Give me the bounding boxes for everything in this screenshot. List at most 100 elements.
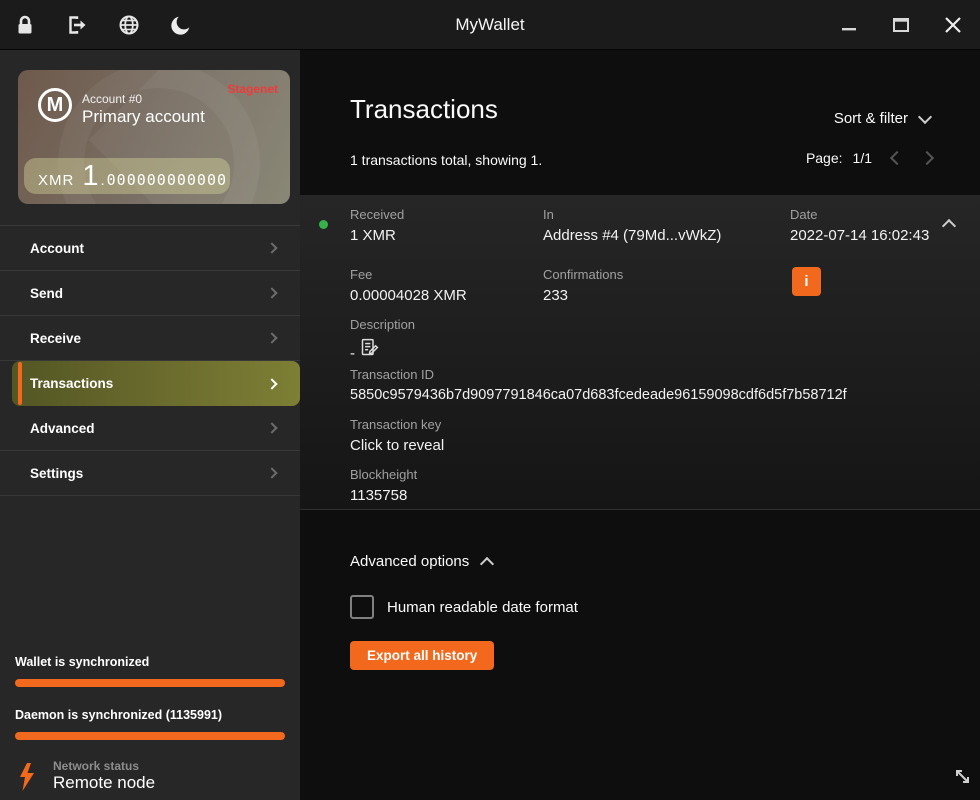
transaction-detail-panel: Received 1 XMR In Address #4 (79Md...vWk…	[300, 195, 980, 510]
page-label: Page:	[806, 150, 843, 166]
wallet-sync-progressbar	[15, 679, 285, 687]
network-status-label: Network status	[53, 759, 139, 773]
field-in-address: In Address #4 (79Md...vWkZ)	[543, 207, 721, 244]
confirmations-label: Confirmations	[543, 267, 623, 282]
sync-status: Wallet is synchronized Daemon is synchro…	[15, 655, 285, 800]
monero-logo-icon: M	[38, 88, 72, 122]
in-address-value: Address #4 (79Md...vWkZ)	[543, 227, 721, 244]
page-title: Transactions	[350, 94, 498, 125]
chevron-up-icon	[480, 556, 494, 570]
night-mode-moon-icon[interactable]	[168, 12, 194, 38]
balance-minor: 000000000000	[107, 171, 227, 189]
sidebar-item-label: Transactions	[30, 376, 113, 391]
network-badge: Stagenet	[227, 82, 278, 96]
sidebar-item-transactions[interactable]: Transactions	[12, 361, 300, 406]
transaction-key-reveal[interactable]: Click to reveal	[350, 437, 444, 454]
sidebar-item-receive[interactable]: Receive	[0, 316, 300, 361]
sidebar-item-label: Send	[30, 286, 63, 301]
balance-currency: XMR	[38, 172, 74, 189]
transaction-key-label: Transaction key	[350, 417, 444, 432]
network-status-value: Remote node	[53, 773, 155, 793]
sidebar-nav: Account Send Receive Transactions Advanc…	[0, 225, 300, 496]
advanced-options-toggle[interactable]: Advanced options	[350, 553, 492, 570]
page-next-icon[interactable]	[920, 151, 934, 165]
human-readable-date-label: Human readable date format	[387, 599, 578, 616]
chevron-down-icon	[918, 109, 932, 123]
edit-description-icon[interactable]	[359, 345, 380, 362]
chevron-right-icon	[266, 242, 277, 253]
maximize-icon[interactable]	[888, 12, 914, 38]
description-value: -	[350, 345, 355, 362]
account-card[interactable]: M Account #0 Primary account Stagenet XM…	[18, 70, 290, 204]
main-content: Transactions Sort & filter 1 transaction…	[300, 50, 980, 800]
field-transaction-id: Transaction ID 5850c9579436b7d9097791846…	[350, 367, 847, 403]
balance-pill: XMR 1 . 000000000000	[24, 158, 230, 194]
blockheight-label: Blockheight	[350, 467, 417, 482]
blockheight-value: 1135758	[350, 487, 417, 504]
sidebar-item-label: Settings	[30, 466, 83, 481]
field-blockheight: Blockheight 1135758	[350, 467, 417, 504]
description-label: Description	[350, 317, 415, 332]
page-prev-icon[interactable]	[890, 151, 904, 165]
chevron-right-icon	[266, 287, 277, 298]
balance-major: 1	[82, 158, 98, 194]
pagination: Page: 1/1	[806, 150, 932, 166]
confirmations-value: 233	[543, 287, 623, 304]
collapse-chevron-up-icon[interactable]	[942, 219, 956, 233]
transactions-summary: 1 transactions total, showing 1.	[350, 152, 542, 168]
close-icon[interactable]	[940, 12, 966, 38]
confirmed-status-dot	[319, 220, 328, 229]
sidebar-item-account[interactable]: Account	[0, 226, 300, 271]
lightning-bolt-icon	[18, 761, 38, 800]
wallet-sync-label: Wallet is synchronized	[15, 655, 285, 669]
logout-icon[interactable]	[64, 12, 90, 38]
balance-separator: .	[100, 172, 104, 189]
chevron-right-icon	[266, 378, 277, 389]
sidebar-item-label: Account	[30, 241, 84, 256]
resize-handle-icon[interactable]	[950, 764, 974, 793]
human-readable-date-checkbox[interactable]	[350, 595, 374, 619]
account-name: Primary account	[82, 107, 205, 127]
human-readable-date-row: Human readable date format	[350, 595, 578, 619]
daemon-sync-label: Daemon is synchronized (1135991)	[15, 708, 285, 722]
advanced-options-label: Advanced options	[350, 553, 469, 570]
field-confirmations: Confirmations 233	[543, 267, 623, 304]
sidebar: M Account #0 Primary account Stagenet XM…	[0, 50, 300, 800]
network-status-row[interactable]: Network status Remote node	[15, 761, 285, 800]
field-description: Description -	[350, 317, 415, 362]
in-label: In	[543, 207, 721, 222]
transaction-id-label: Transaction ID	[350, 367, 847, 382]
fee-label: Fee	[350, 267, 467, 282]
titlebar-icon-group	[12, 0, 194, 50]
lock-icon[interactable]	[12, 12, 38, 38]
field-transaction-key: Transaction key Click to reveal	[350, 417, 444, 454]
field-fee: Fee 0.00004028 XMR	[350, 267, 467, 304]
sidebar-item-advanced[interactable]: Advanced	[0, 406, 300, 451]
account-index: Account #0	[82, 92, 142, 106]
field-received: Received 1 XMR	[350, 207, 404, 244]
window-controls	[836, 0, 966, 50]
page-value: 1/1	[853, 150, 872, 166]
export-all-history-button[interactable]: Export all history	[350, 641, 494, 670]
chevron-right-icon	[266, 467, 277, 478]
minimize-icon[interactable]	[836, 12, 862, 38]
sort-filter-button[interactable]: Sort & filter	[834, 110, 930, 127]
received-amount: 1 XMR	[350, 227, 404, 244]
daemon-sync-progressbar	[15, 732, 285, 740]
received-label: Received	[350, 207, 404, 222]
chevron-right-icon	[266, 422, 277, 433]
transaction-id-value: 5850c9579436b7d9097791846ca07d683fcedead…	[350, 387, 847, 403]
sidebar-item-send[interactable]: Send	[0, 271, 300, 316]
sidebar-item-settings[interactable]: Settings	[0, 451, 300, 496]
date-label: Date	[790, 207, 929, 222]
fee-value: 0.00004028 XMR	[350, 287, 467, 304]
field-date: Date 2022-07-14 16:02:43	[790, 207, 929, 244]
sidebar-item-label: Advanced	[30, 421, 95, 436]
language-globe-icon[interactable]	[116, 12, 142, 38]
date-value: 2022-07-14 16:02:43	[790, 227, 929, 244]
sort-filter-label: Sort & filter	[834, 110, 908, 127]
sidebar-item-label: Receive	[30, 331, 81, 346]
titlebar: MyWallet	[0, 0, 980, 50]
chevron-right-icon	[266, 332, 277, 343]
proof-info-button[interactable]: i	[792, 267, 821, 296]
